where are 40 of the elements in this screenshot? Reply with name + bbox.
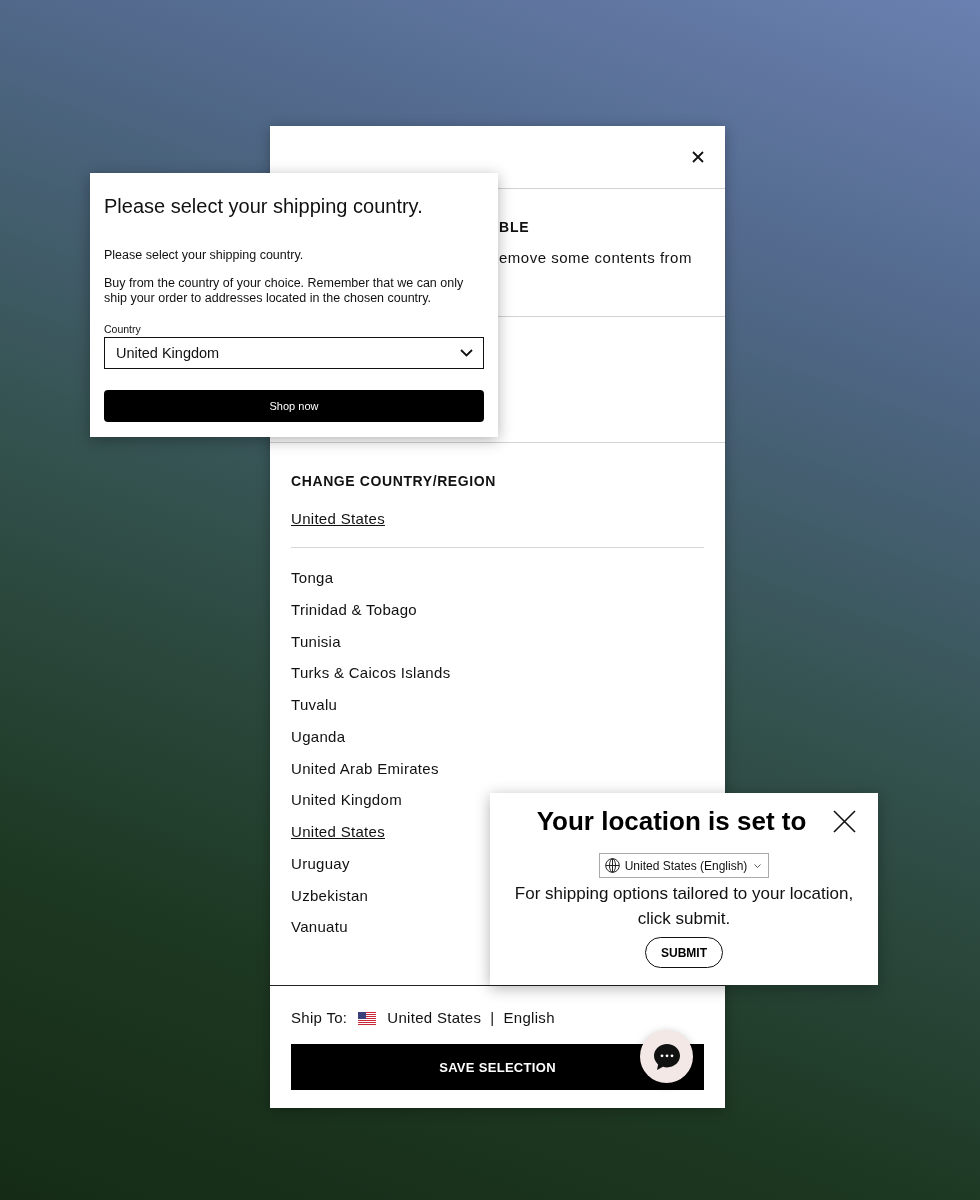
save-button[interactable]: SAVE SELECTION (291, 1044, 704, 1090)
ship-to-country: United States (387, 1008, 482, 1028)
field-label: Country (104, 322, 142, 336)
dialog-text: Buy from the country of your choice. Remember that we can only ship your order to addresses located in the chosen country. (104, 275, 465, 306)
chevron-icon (754, 863, 762, 868)
country-option[interactable]: United Kingdom (291, 790, 402, 811)
country-option[interactable]: Uzbekistan (291, 885, 369, 906)
section-heading: CHANGE COUNTRY/REGION (291, 472, 497, 491)
ship-to-label: Ship To: (291, 1008, 348, 1028)
dialog-title: Please select your shipping country. (104, 194, 424, 218)
country-option[interactable]: Uruguay (291, 853, 350, 874)
submit-button[interactable]: SUBMIT (645, 937, 723, 968)
country-option[interactable]: Turks & Caicos Islands (291, 663, 451, 684)
country-option[interactable]: Trinidad & Tobago (291, 599, 417, 620)
close-button[interactable] (833, 809, 857, 833)
country-option[interactable]: Tuvalu (291, 695, 338, 715)
shop-now-button[interactable]: Shop now (104, 390, 484, 422)
country-select[interactable]: United Kingdom (104, 337, 484, 369)
chat-bubble-icon (652, 1042, 681, 1071)
country-option[interactable]: Vanuatu (291, 917, 348, 938)
country-option[interactable]: Tonga (291, 568, 334, 588)
notice-heading: BLE (499, 218, 531, 236)
locale-dropdown[interactable]: United States (English) (598, 853, 770, 878)
country-option[interactable]: United Arab Emirates (291, 758, 439, 779)
chevron-icon (460, 349, 473, 357)
notice-text: emove some contents from (499, 249, 693, 267)
location-title: Your location is set to (536, 805, 807, 837)
close-icon (692, 151, 704, 163)
close-icon (833, 809, 857, 833)
country-option[interactable]: United States (291, 822, 385, 842)
location-text: For shipping options tailored to your location, click submit. (513, 882, 855, 930)
ship-to-language: English (503, 1008, 555, 1028)
close-button[interactable] (692, 151, 704, 163)
country-option[interactable]: Tunisia (291, 631, 341, 652)
current-country-link[interactable]: United States (291, 509, 385, 529)
globe-icon (604, 858, 620, 873)
dialog-subtitle: Please select your shipping country. (104, 247, 305, 263)
country-option[interactable]: Uganda (291, 726, 346, 747)
flag-icon (358, 1011, 377, 1025)
separator-text: | (490, 1008, 495, 1028)
